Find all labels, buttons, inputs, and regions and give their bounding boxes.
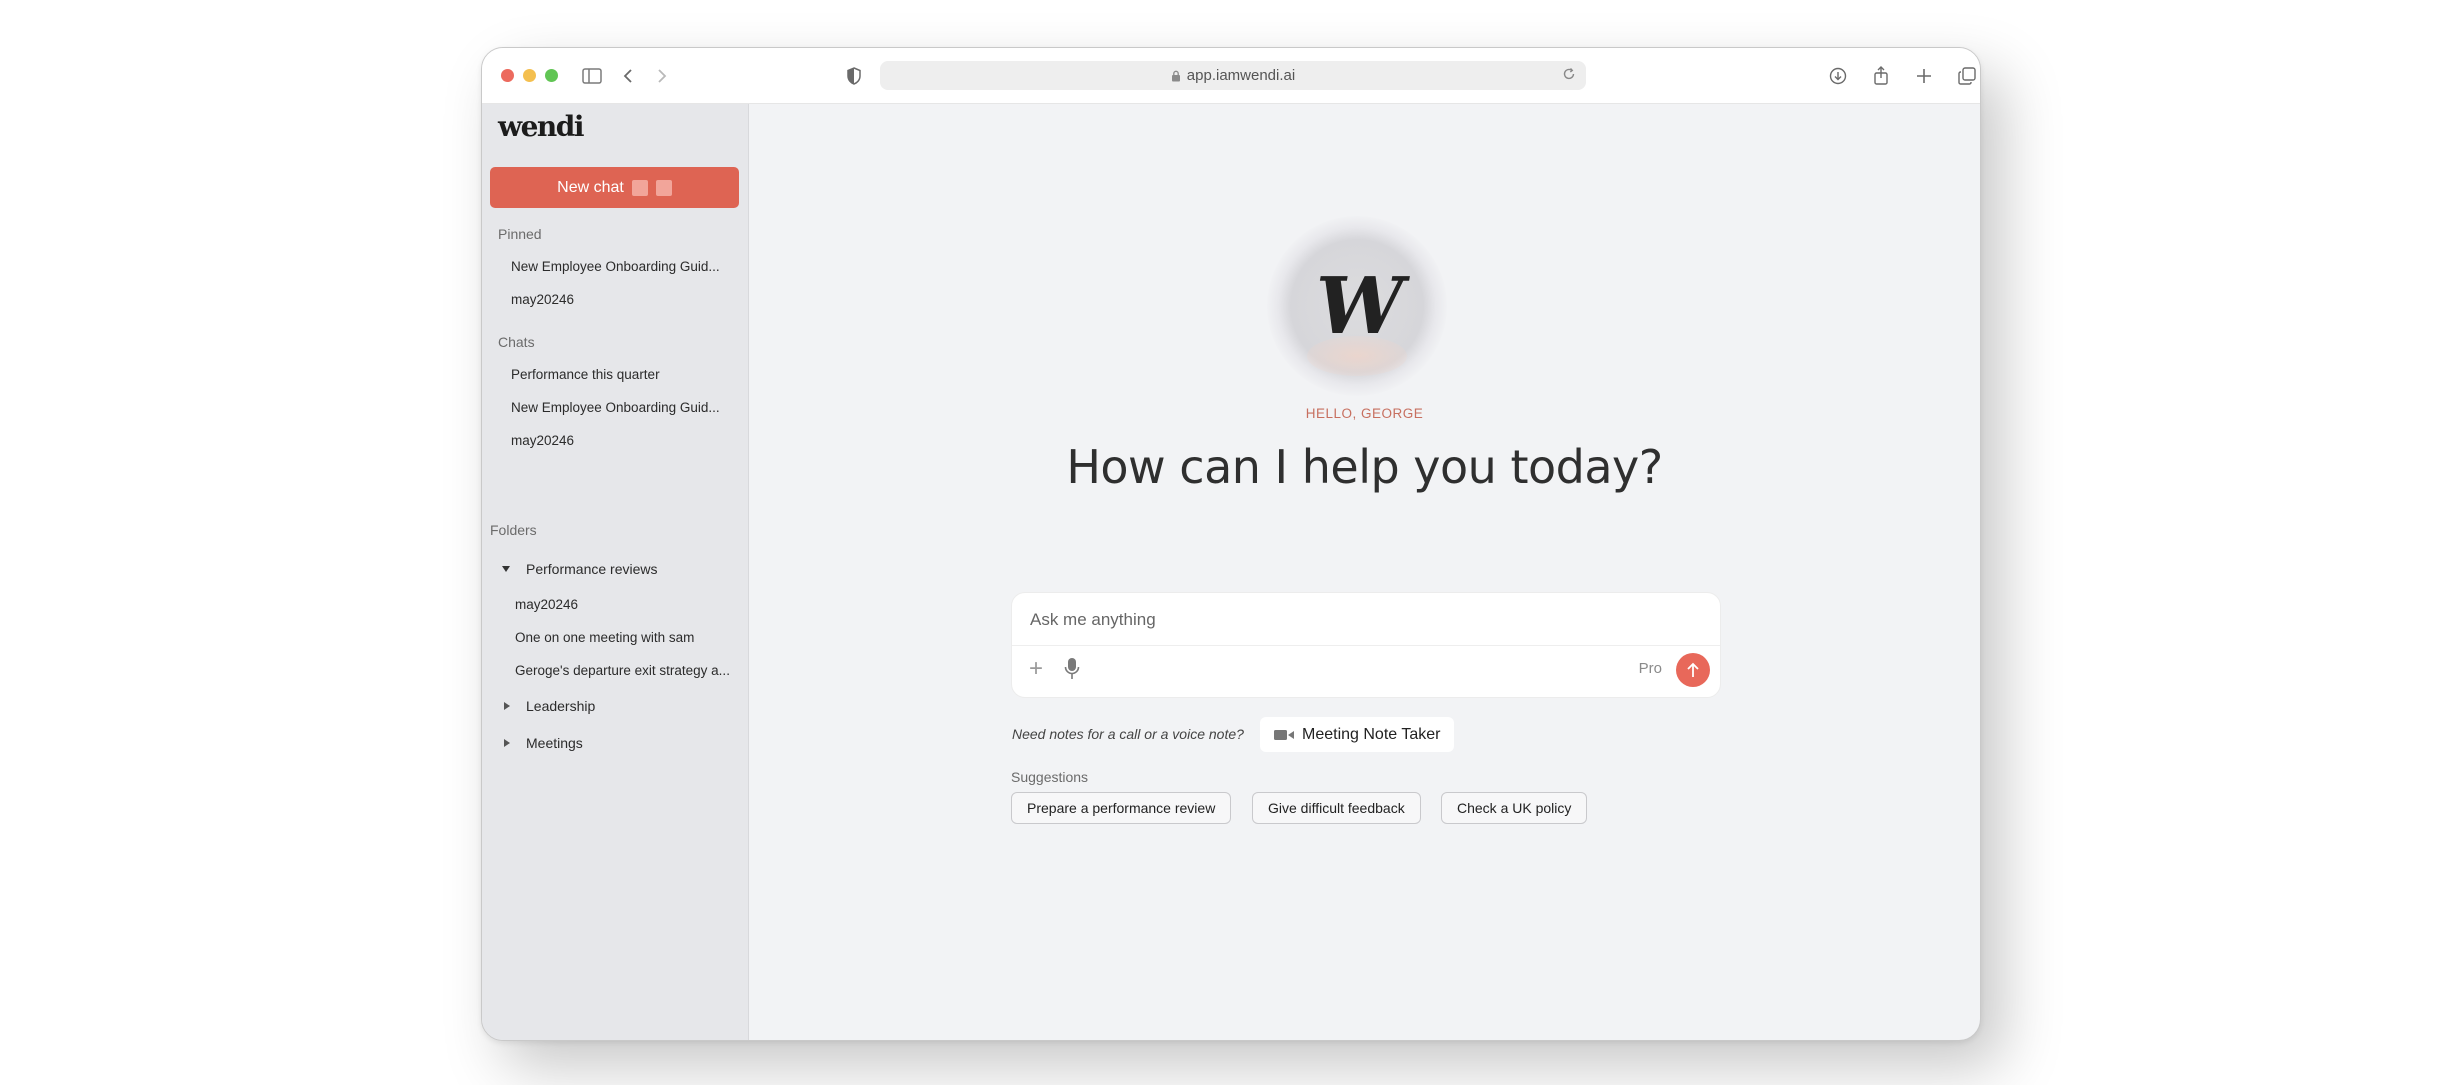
- close-window-button[interactable]: [501, 69, 514, 82]
- privacy-shield-icon[interactable]: [841, 63, 867, 89]
- new-chat-button[interactable]: New chat: [490, 167, 739, 208]
- greeting: HELLO, GEORGE: [1305, 406, 1424, 421]
- browser-toolbar: app.iamwendi.ai: [482, 48, 1980, 104]
- folder-label: Meetings: [526, 735, 583, 751]
- notes-prompt: Need notes for a call or a voice note?: [1012, 726, 1244, 742]
- sidebar: wendi New chat Pinned New Employee Onboa…: [482, 104, 749, 1040]
- caret-down-icon: [502, 566, 510, 572]
- folders-section-label: Folders: [490, 522, 537, 538]
- suggestion-chip[interactable]: Give difficult feedback: [1252, 792, 1421, 824]
- url-text: app.iamwendi.ai: [1186, 67, 1296, 84]
- new-chat-label: New chat: [557, 178, 624, 196]
- send-button[interactable]: [1676, 653, 1710, 687]
- caret-right-icon: [504, 702, 510, 710]
- page-title: How can I help you today?: [1066, 440, 1663, 494]
- pinned-section-label: Pinned: [498, 226, 542, 242]
- address-bar[interactable]: app.iamwendi.ai: [880, 61, 1586, 90]
- folder-label: Performance reviews: [526, 561, 658, 577]
- chat-input[interactable]: [1028, 601, 1692, 639]
- composer-divider: [1012, 645, 1720, 646]
- download-icon[interactable]: [1825, 63, 1851, 89]
- back-icon[interactable]: [615, 63, 641, 89]
- sidebar-toggle-icon[interactable]: [579, 63, 605, 89]
- pinned-item[interactable]: New Employee Onboarding Guid...: [511, 259, 731, 274]
- zoom-window-button[interactable]: [545, 69, 558, 82]
- folder-item[interactable]: may20246: [515, 597, 735, 612]
- wendi-logo-mark: W: [1308, 260, 1406, 352]
- folder-item[interactable]: Geroge's departure exit strategy a...: [515, 663, 737, 678]
- folder-leadership[interactable]: Leadership: [504, 698, 595, 714]
- folder-performance-reviews[interactable]: Performance reviews: [502, 561, 658, 577]
- video-camera-icon: [1274, 729, 1294, 740]
- microphone-icon[interactable]: [1064, 657, 1080, 686]
- wendi-logo[interactable]: wendi: [498, 110, 585, 143]
- shortcut-key-icon: [631, 179, 648, 196]
- chat-item[interactable]: New Employee Onboarding Guid...: [511, 400, 731, 415]
- folder-label: Leadership: [526, 698, 596, 714]
- tab-overview-icon[interactable]: [1954, 63, 1980, 89]
- arrow-up-icon: [1687, 662, 1699, 677]
- reload-icon[interactable]: [1562, 67, 1576, 85]
- folder-meetings[interactable]: Meetings: [504, 735, 583, 751]
- browser-window: app.iamwendi.ai wendi New chat Pinned Ne…: [481, 47, 1981, 1041]
- new-tab-icon[interactable]: [1911, 63, 1937, 89]
- chat-item[interactable]: may20246: [511, 433, 731, 448]
- chat-composer: + Pro: [1011, 592, 1721, 698]
- attach-plus-icon[interactable]: +: [1029, 657, 1043, 681]
- shortcut-key-icon: [655, 179, 672, 196]
- main-content: W HELLO, GEORGE How can I help you today…: [749, 104, 1980, 1040]
- forward-icon[interactable]: [649, 63, 675, 89]
- folder-item[interactable]: One on one meeting with sam: [515, 630, 735, 645]
- share-icon[interactable]: [1868, 63, 1894, 89]
- suggestion-chip[interactable]: Check a UK policy: [1441, 792, 1588, 824]
- chat-item[interactable]: Performance this quarter: [511, 367, 731, 382]
- chats-section-label: Chats: [498, 334, 535, 350]
- lock-icon: [1171, 70, 1180, 81]
- pinned-item[interactable]: may20246: [511, 292, 731, 307]
- suggestions-label: Suggestions: [1011, 769, 1089, 785]
- caret-right-icon: [504, 739, 510, 747]
- meeting-note-taker-label: Meeting Note Taker: [1302, 725, 1441, 743]
- meeting-note-taker-button[interactable]: Meeting Note Taker: [1260, 717, 1455, 752]
- pro-mode-toggle[interactable]: Pro: [1639, 660, 1662, 677]
- minimize-window-button[interactable]: [523, 69, 536, 82]
- suggestion-chip[interactable]: Prepare a performance review: [1011, 792, 1232, 824]
